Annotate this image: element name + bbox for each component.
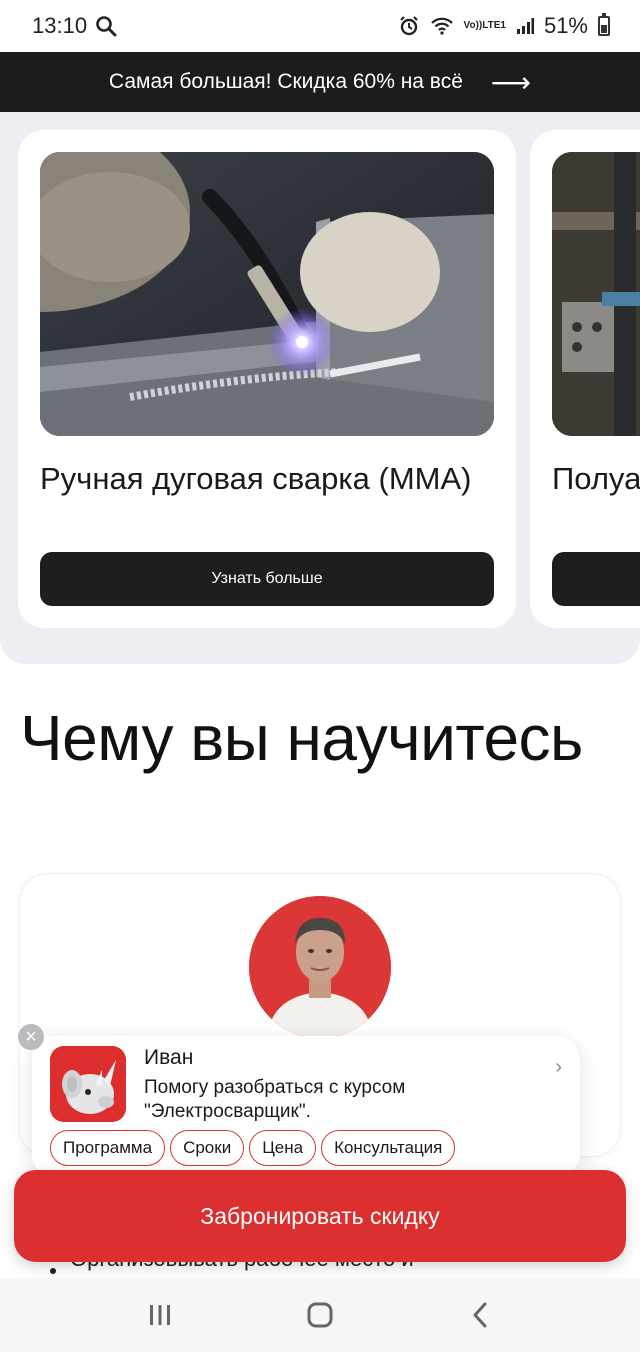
lte-top: Vo)) bbox=[463, 20, 483, 31]
promo-banner[interactable]: Самая большая! Скидка 60% на всё ⟶ bbox=[0, 52, 640, 112]
battery-icon bbox=[598, 13, 610, 36]
course-card[interactable]: Полуа bbox=[530, 130, 640, 628]
book-discount-button[interactable]: Забронировать скидку bbox=[14, 1170, 626, 1262]
status-bar: 13:10 Vo)) LTE1 51% bbox=[0, 0, 640, 52]
system-nav-bar bbox=[0, 1278, 640, 1352]
arrow-right-icon: ⟶ bbox=[490, 66, 532, 98]
close-icon[interactable]: × bbox=[16, 1022, 46, 1052]
chat-widget[interactable]: Иван Помогу разобраться с курсом "Электр… bbox=[32, 1036, 580, 1178]
avatar bbox=[249, 896, 391, 1038]
chat-agent-name: Иван bbox=[144, 1046, 194, 1069]
course-title: Полуа bbox=[552, 461, 640, 496]
chip-terms[interactable]: Сроки bbox=[170, 1130, 245, 1166]
course-carousel[interactable]: Ручная дуговая сварка (ММА) Узнать больш… bbox=[0, 112, 640, 664]
chat-message: Помогу разобраться с курсом "Электросвар… bbox=[144, 1077, 406, 1122]
course-title: Ручная дуговая сварка (ММА) bbox=[40, 461, 472, 496]
battery-percent: 51% bbox=[543, 13, 588, 38]
chip-price[interactable]: Цена bbox=[249, 1130, 317, 1166]
lte-bottom: LTE1 bbox=[482, 20, 506, 31]
course-image-welding bbox=[40, 152, 494, 436]
search-icon bbox=[95, 15, 117, 37]
chip-consultation[interactable]: Консультация bbox=[321, 1130, 456, 1166]
back-icon[interactable] bbox=[450, 1285, 510, 1345]
signal-icon bbox=[516, 17, 534, 35]
course-image-industrial bbox=[552, 152, 640, 436]
promo-text: Самая большая! Скидка 60% на всё bbox=[108, 70, 463, 93]
chat-quick-replies: Программа Сроки Цена Консультация bbox=[50, 1130, 456, 1166]
chip-program[interactable]: Программа bbox=[50, 1130, 166, 1166]
wifi-icon bbox=[430, 16, 454, 36]
learn-more-button[interactable] bbox=[552, 552, 640, 606]
learn-more-button[interactable]: Узнать больше bbox=[40, 552, 494, 606]
rhino-avatar-icon bbox=[50, 1046, 126, 1122]
chevron-right-icon[interactable]: › bbox=[555, 1056, 562, 1079]
section-title: Чему вы научитесь bbox=[20, 702, 583, 774]
list-bullet bbox=[50, 1268, 56, 1274]
course-card[interactable]: Ручная дуговая сварка (ММА) Узнать больш… bbox=[18, 130, 516, 628]
status-left: 13:10 bbox=[32, 13, 117, 39]
alarm-icon bbox=[398, 15, 420, 37]
lte-indicator: Vo)) LTE1 bbox=[464, 21, 506, 31]
home-icon[interactable] bbox=[290, 1285, 350, 1345]
recent-apps-icon[interactable] bbox=[130, 1285, 190, 1345]
status-right: Vo)) LTE1 51% bbox=[398, 13, 610, 39]
status-time: 13:10 bbox=[32, 13, 88, 38]
